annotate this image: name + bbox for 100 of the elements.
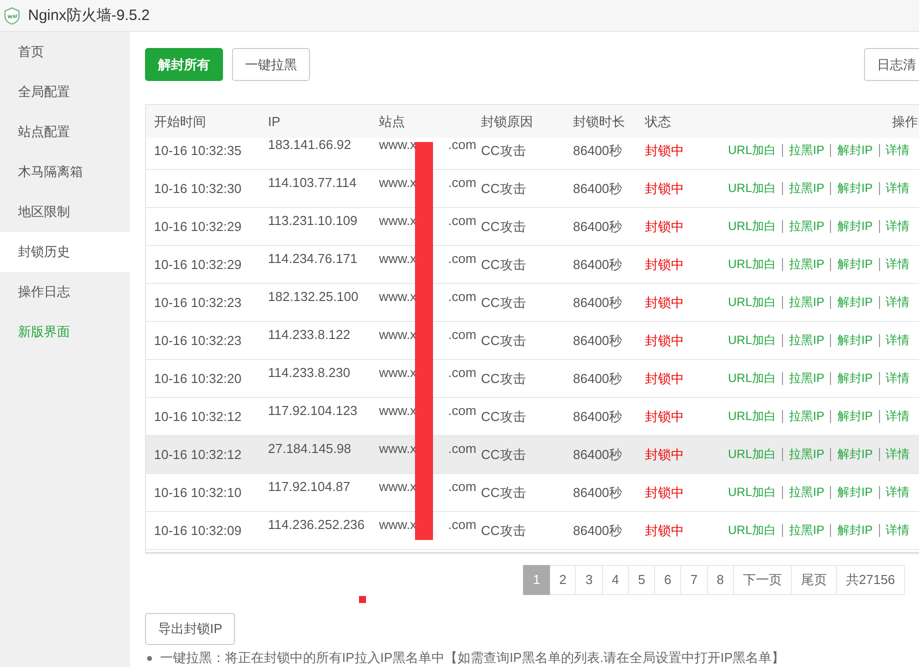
action-link[interactable]: 拉黑IP (782, 258, 830, 271)
table-cell-text: 117.92.104.123 (268, 403, 358, 418)
table-cell-text: CC攻击 (481, 142, 527, 160)
action-link[interactable]: 解封IP (830, 372, 879, 385)
action-link[interactable]: 拉黑IP (782, 296, 830, 309)
shield-icon (4, 6, 20, 24)
action-link[interactable]: 解封IP (830, 182, 879, 195)
action-link[interactable]: URL加白 (727, 220, 782, 233)
page-link[interactable]: 6 (655, 565, 682, 595)
table-cell-text: 10-16 10:32:12 (153, 447, 242, 462)
table-cell-text: 10-16 10:32:09 (153, 523, 242, 538)
table-cell-text: 10-16 10:32:10 (153, 485, 242, 500)
action-link[interactable]: 解封IP (830, 524, 879, 537)
window-title: Nginx防火墙-9.5.2 (28, 6, 150, 25)
table-cell-text: www.x .com (379, 365, 478, 380)
blacklist-button[interactable]: 一键拉黑 (232, 48, 310, 81)
unblock-all-button[interactable]: 解封所有 (145, 48, 223, 81)
table-row[interactable]: 10-16 10:32:12 27.184.145.98 www.x .com CC攻击 86400秒 封锁中 URL加白 拉黑IP 解封IP 详情 (146, 436, 919, 474)
status-text: 封锁中 (645, 142, 685, 160)
action-link[interactable]: 解封IP (830, 220, 879, 233)
last-page-link[interactable]: 尾页 (792, 565, 837, 595)
clear-log-button[interactable]: 日志清 (864, 48, 919, 81)
action-link[interactable]: 解封IP (830, 296, 879, 309)
table-cell-text: CC攻击 (481, 256, 527, 274)
action-link[interactable]: URL加白 (727, 144, 782, 157)
table-cell-text: 86400秒 (573, 522, 624, 540)
table-cell-text: CC攻击 (481, 332, 527, 350)
action-link[interactable]: 详情 (878, 144, 916, 157)
page-link[interactable]: 5 (628, 565, 656, 595)
action-link[interactable]: 拉黑IP (782, 220, 830, 233)
table-cell-text: CC攻击 (481, 180, 527, 198)
page-link[interactable]: 3 (576, 565, 603, 595)
sidebar-item[interactable]: 首页 (0, 32, 130, 72)
table-cell-text: 114.103.77.114 (268, 175, 358, 190)
page-link[interactable]: 8 (708, 565, 734, 595)
bullet-icon (147, 656, 152, 660)
column-header: 开始时间 (153, 112, 207, 130)
action-link[interactable]: 拉黑IP (782, 372, 830, 385)
table-cell-text: 182.132.25.100 (268, 289, 360, 304)
action-link[interactable]: 拉黑IP (782, 524, 830, 537)
table-cell-text: 86400秒 (573, 446, 624, 464)
table-cell-text: 114.233.8.230 (268, 365, 352, 380)
action-link[interactable]: 拉黑IP (782, 410, 830, 423)
action-link[interactable]: 解封IP (830, 410, 879, 423)
column-header: IP (268, 114, 282, 129)
page-link[interactable]: 7 (681, 565, 708, 595)
sidebar-item[interactable]: 木马隔离箱 (0, 152, 130, 192)
page-link[interactable]: 2 (550, 565, 576, 595)
page-link[interactable]: 4 (602, 565, 629, 595)
sidebar-item[interactable]: 站点配置 (0, 112, 130, 152)
action-link[interactable]: 详情 (878, 258, 916, 271)
table-cell-text: www.x .com (379, 289, 478, 304)
status-text: 封锁中 (645, 446, 685, 464)
action-link[interactable]: 详情 (878, 372, 916, 385)
action-link[interactable]: URL加白 (727, 486, 782, 499)
action-link[interactable]: 解封IP (830, 258, 879, 271)
action-link[interactable]: 详情 (878, 486, 916, 499)
action-link[interactable]: URL加白 (727, 182, 782, 195)
status-text: 封锁中 (645, 408, 685, 426)
sidebar-item[interactable]: 封锁历史 (0, 232, 130, 272)
sidebar-item[interactable]: 地区限制 (0, 192, 130, 232)
action-link[interactable]: 拉黑IP (782, 486, 830, 499)
action-link[interactable]: URL加白 (727, 410, 782, 423)
action-link[interactable]: 拉黑IP (782, 182, 830, 195)
action-link[interactable]: 拉黑IP (782, 448, 830, 461)
sidebar-item[interactable]: 新版界面 (0, 312, 130, 352)
table-cell-text: CC攻击 (481, 446, 527, 464)
export-button[interactable]: 导出封锁IP (145, 613, 236, 645)
status-text: 封锁中 (645, 522, 685, 540)
action-link[interactable]: 详情 (878, 334, 916, 347)
action-link[interactable]: URL加白 (727, 372, 782, 385)
status-text: 封锁中 (645, 218, 685, 236)
action-link[interactable]: 解封IP (830, 144, 879, 157)
table-cell-text: www.x .com (379, 138, 478, 152)
action-link[interactable]: URL加白 (727, 296, 782, 309)
status-text: 封锁中 (645, 256, 685, 274)
action-link[interactable]: URL加白 (727, 334, 782, 347)
table-cell-text: www.x .com (379, 479, 478, 494)
action-link[interactable]: 拉黑IP (782, 334, 830, 347)
page-link[interactable]: 1 (523, 565, 550, 595)
action-link[interactable]: 拉黑IP (782, 144, 830, 157)
column-header: 站点 (379, 112, 406, 130)
action-link[interactable]: 详情 (878, 410, 916, 423)
action-link[interactable]: 详情 (878, 182, 916, 195)
action-link[interactable]: 解封IP (830, 486, 879, 499)
action-link[interactable]: URL加白 (727, 448, 782, 461)
action-link[interactable]: URL加白 (727, 524, 782, 537)
next-page-link[interactable]: 下一页 (734, 565, 792, 595)
action-link[interactable]: 详情 (878, 448, 916, 461)
table-cell-text: 117.92.104.87 (268, 479, 352, 494)
sidebar-item[interactable]: 操作日志 (0, 272, 130, 312)
action-link[interactable]: 详情 (878, 524, 916, 537)
action-link[interactable]: URL加白 (727, 258, 782, 271)
action-link[interactable]: 详情 (878, 220, 916, 233)
table-cell-text: 86400秒 (573, 256, 624, 274)
action-link[interactable]: 解封IP (830, 448, 879, 461)
action-link[interactable]: 解封IP (830, 334, 879, 347)
action-link[interactable]: 详情 (878, 296, 916, 309)
note-text: 一键拉黑：将正在封锁中的所有IP拉入IP黑名单中【如需查询IP黑名单的列表.请在全局设置中打开IP黑名单】 (160, 649, 785, 667)
sidebar-item[interactable]: 全局配置 (0, 72, 130, 112)
